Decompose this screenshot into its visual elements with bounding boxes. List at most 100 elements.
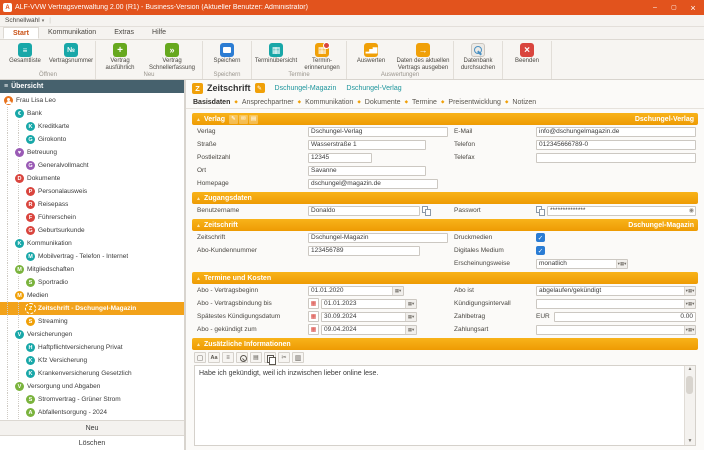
tab-kommunikation[interactable]: Kommunikation [305, 99, 353, 106]
tree-item[interactable]: ZZeitschrift - Dschungel-Magazin [0, 302, 184, 315]
tree-item[interactable]: MMobilvertrag - Telefon - Internet [0, 250, 184, 263]
ort-input[interactable] [308, 166, 426, 176]
ribbon-button[interactable]: Auswerten [348, 41, 394, 71]
tree-item[interactable]: FFührerschein [0, 211, 184, 224]
tree-item[interactable]: ♥Betreuung [0, 146, 184, 159]
tab-preisentwicklung[interactable]: Preisentwicklung [448, 99, 501, 106]
new-button[interactable]: Neu [0, 420, 184, 435]
close-icon[interactable] [685, 2, 701, 13]
copy-icon[interactable] [264, 352, 276, 363]
plz-input[interactable] [308, 153, 372, 163]
tree-item[interactable]: KKreditkarte [0, 120, 184, 133]
tab-basisdaten[interactable]: Basisdaten [193, 99, 230, 106]
tree-item[interactable]: MMedien [0, 289, 184, 302]
ribbon-button[interactable]: Vertragsnummer [48, 41, 94, 71]
calendar-picker-icon[interactable] [405, 300, 416, 308]
erscheinungsweise-select[interactable]: ▾ [536, 259, 628, 269]
kuendigungsdatum-input[interactable] [321, 312, 417, 322]
scroll-up-icon[interactable]: ▲ [688, 367, 693, 372]
tree-item[interactable]: €Bank [0, 107, 184, 120]
publisher-link[interactable]: Dschungel-Verlag [346, 85, 401, 92]
verlag-input[interactable] [308, 127, 448, 137]
copy-icon[interactable] [422, 206, 431, 216]
ribbon-button[interactable]: Gesamtliste [2, 41, 48, 71]
zahlungsart-select[interactable]: ▾ [536, 325, 696, 335]
zeitschrift-input[interactable] [308, 233, 448, 243]
paste-icon[interactable] [292, 352, 304, 363]
calendar-icon[interactable] [308, 324, 319, 335]
magazine-link[interactable]: Dschungel-Magazin [275, 85, 337, 92]
tree-item[interactable]: PPersonalausweis [0, 185, 184, 198]
vertragsbindung-input[interactable] [321, 299, 417, 309]
chevron-down-icon[interactable]: ▾ [684, 300, 695, 308]
ribbon-button[interactable]: Speichern [204, 41, 250, 71]
ribbon-button[interactable]: Termin-erinnerungen [299, 41, 345, 71]
chevron-down-icon[interactable]: ▾ [684, 287, 695, 295]
tab-termine[interactable]: Termine [412, 99, 437, 106]
tree-item[interactable]: RReisepass [0, 198, 184, 211]
zahlbetrag-input[interactable] [554, 312, 696, 322]
scrollbar-thumb[interactable] [686, 376, 693, 394]
ribbon-button[interactable]: Daten des aktuellen Vertrags ausgeben [394, 41, 452, 71]
font-icon[interactable] [208, 352, 220, 363]
abo-ist-select[interactable]: ▾ [536, 286, 696, 296]
kuendigungsintervall-select[interactable]: ▾ [536, 299, 696, 309]
search-icon[interactable] [236, 352, 248, 363]
tree-item[interactable]: VVersorgung und Abgaben [0, 380, 184, 393]
ribbon-button[interactable]: Vertrag ausführlich [97, 41, 143, 71]
tree-item[interactable]: Frau Lisa Leo [0, 94, 184, 107]
tree-item[interactable]: KKrankenversicherung Gesetzlich [0, 367, 184, 380]
edit-icon[interactable] [229, 115, 238, 124]
menu-tab-kommunikation[interactable]: Kommunikation [39, 27, 105, 39]
telefon-input[interactable] [536, 140, 696, 150]
tab-dokumente[interactable]: Dokumente [365, 99, 401, 106]
tree-item[interactable]: SStreaming [0, 315, 184, 328]
tree-item[interactable]: SStromvertrag - Grüner Strom [0, 393, 184, 406]
zahlungsart-value[interactable] [536, 325, 696, 335]
print-icon[interactable] [250, 352, 262, 363]
erscheinungsweise-value[interactable] [536, 259, 628, 269]
list-icon[interactable] [222, 352, 234, 363]
homepage-input[interactable] [308, 179, 438, 189]
tree-item[interactable]: DDokumente [0, 172, 184, 185]
ribbon-button[interactable]: Terminübersicht [253, 41, 299, 71]
ribbon-button[interactable]: Datenbank durchsuchen [455, 41, 501, 71]
tree-item[interactable]: MMitgliedschaften [0, 263, 184, 276]
scroll-down-icon[interactable]: ▼ [688, 439, 693, 444]
tree-item[interactable]: GGeneralvollmacht [0, 159, 184, 172]
calendar-picker-icon[interactable] [405, 326, 416, 334]
calendar-picker-icon[interactable] [405, 313, 416, 321]
calendar-icon[interactable] [308, 298, 319, 309]
mail-icon[interactable] [239, 115, 248, 124]
notes-editor[interactable]: Habe ich gekündigt, weil ich inzwischen … [194, 365, 696, 446]
calendar-picker-icon[interactable] [392, 287, 403, 295]
quick-access-label[interactable]: Schnellwahl [5, 17, 40, 24]
menu-tab-hilfe[interactable]: Hilfe [143, 27, 175, 39]
tree-item[interactable]: AAbfallentsorgung - 2024 [0, 406, 184, 419]
druckmedien-checkbox[interactable] [536, 233, 545, 242]
benutzername-input[interactable] [308, 206, 420, 216]
print-icon[interactable] [249, 115, 258, 124]
tree-item[interactable]: SSportradio [0, 276, 184, 289]
kundennummer-input[interactable] [308, 246, 420, 256]
abo-ist-value[interactable] [536, 286, 696, 296]
chevron-down-icon[interactable]: ▾ [616, 260, 627, 268]
cut-icon[interactable] [278, 352, 290, 363]
digitales-medium-checkbox[interactable] [536, 246, 545, 255]
email-input[interactable] [536, 127, 696, 137]
copy-icon[interactable] [536, 206, 545, 216]
vertragsbeginn-input[interactable] [308, 286, 404, 296]
kuendigungsintervall-value[interactable] [536, 299, 696, 309]
gekuendigt-input[interactable] [321, 325, 417, 335]
tree-item[interactable]: KKfz Versicherung [0, 354, 184, 367]
fullscreen-icon[interactable] [194, 352, 206, 363]
ribbon-button[interactable]: Vertrag Schnellerfassung [143, 41, 201, 71]
menu-tab-extras[interactable]: Extras [105, 27, 143, 39]
maximize-icon[interactable] [666, 2, 682, 13]
tree-item[interactable]: HHaftpflichtversicherung Privat [0, 341, 184, 354]
passwort-input[interactable] [547, 206, 696, 216]
ribbon-button[interactable]: Beenden [504, 41, 550, 71]
tree-item[interactable]: GGeburtsurkunde [0, 224, 184, 237]
menu-tab-start[interactable]: Start [3, 27, 39, 39]
calendar-icon[interactable] [308, 311, 319, 322]
